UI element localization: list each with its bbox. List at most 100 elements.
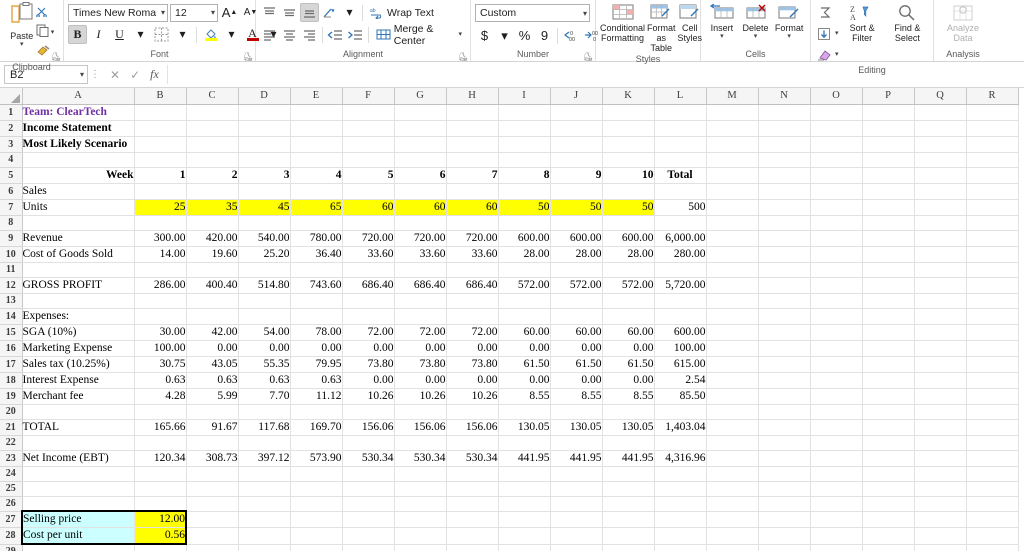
cell-E29[interactable] xyxy=(290,544,343,551)
cell-M13[interactable] xyxy=(706,293,759,309)
cell-E13[interactable] xyxy=(290,293,343,309)
cell-I5[interactable]: 8 xyxy=(498,167,551,184)
cell-C20[interactable] xyxy=(186,404,239,420)
increase-decimal-button[interactable]: 0 00 xyxy=(561,26,581,45)
cell-L9[interactable]: 6,000.00 xyxy=(654,230,707,247)
cell-P26[interactable] xyxy=(862,496,915,512)
row-header-19[interactable]: 19 xyxy=(0,388,23,405)
cell-C4[interactable] xyxy=(186,152,239,168)
align-right-button[interactable] xyxy=(300,25,319,44)
cell-R23[interactable] xyxy=(966,450,1019,467)
cell-J29[interactable] xyxy=(550,544,603,551)
font-size-combo[interactable]: 12 ▾ xyxy=(170,3,218,22)
row-header-10[interactable]: 10 xyxy=(0,246,23,263)
cell-D8[interactable] xyxy=(238,215,291,231)
cell-N25[interactable] xyxy=(758,481,811,497)
cell-P22[interactable] xyxy=(862,435,915,451)
cell-G8[interactable] xyxy=(394,215,447,231)
cell-I2[interactable] xyxy=(498,120,551,137)
cell-B13[interactable] xyxy=(134,293,187,309)
cell-K6[interactable] xyxy=(602,183,655,200)
alignment-dialog-launcher[interactable]: ⛸ xyxy=(458,52,468,61)
column-header-O[interactable]: O xyxy=(810,88,863,105)
cell-A9[interactable]: Revenue xyxy=(22,230,135,247)
cell-L21[interactable]: 1,403.04 xyxy=(654,419,707,436)
cell-B16[interactable]: 100.00 xyxy=(134,340,187,357)
row-header-6[interactable]: 6 xyxy=(0,183,23,200)
autosum-button[interactable] xyxy=(815,3,834,22)
cell-M1[interactable] xyxy=(706,104,759,121)
cell-P13[interactable] xyxy=(862,293,915,309)
column-header-N[interactable]: N xyxy=(758,88,811,105)
cell-R10[interactable] xyxy=(966,246,1019,263)
cell-K26[interactable] xyxy=(602,496,655,512)
cell-F18[interactable]: 0.00 xyxy=(342,372,395,389)
cell-L13[interactable] xyxy=(654,293,707,309)
cell-A11[interactable] xyxy=(22,262,135,278)
cell-I13[interactable] xyxy=(498,293,551,309)
cell-Q7[interactable] xyxy=(914,199,967,216)
cell-P8[interactable] xyxy=(862,215,915,231)
cell-P19[interactable] xyxy=(862,388,915,405)
delete-chevron-down-icon[interactable]: ▾ xyxy=(754,33,758,40)
cell-P17[interactable] xyxy=(862,356,915,373)
cell-B20[interactable] xyxy=(134,404,187,420)
cell-C2[interactable] xyxy=(186,120,239,137)
cell-G4[interactable] xyxy=(394,152,447,168)
cell-I27[interactable] xyxy=(498,511,551,528)
cell-B1[interactable] xyxy=(134,104,187,121)
cell-K25[interactable] xyxy=(602,481,655,497)
cell-B26[interactable] xyxy=(134,496,187,512)
cell-C14[interactable] xyxy=(186,308,239,325)
orientation-button[interactable] xyxy=(320,3,339,22)
cell-L4[interactable] xyxy=(654,152,707,168)
cell-L7[interactable]: 500 xyxy=(654,199,707,216)
cell-E28[interactable] xyxy=(290,527,343,545)
cell-E3[interactable] xyxy=(290,136,343,153)
cell-N8[interactable] xyxy=(758,215,811,231)
cell-L2[interactable] xyxy=(654,120,707,137)
cell-Q20[interactable] xyxy=(914,404,967,420)
cell-E19[interactable]: 11.12 xyxy=(290,388,343,405)
cell-D9[interactable]: 540.00 xyxy=(238,230,291,247)
cell-F22[interactable] xyxy=(342,435,395,451)
cell-F6[interactable] xyxy=(342,183,395,200)
cell-J17[interactable]: 61.50 xyxy=(550,356,603,373)
italic-button[interactable]: I xyxy=(89,25,108,44)
cell-F4[interactable] xyxy=(342,152,395,168)
cell-C5[interactable]: 2 xyxy=(186,167,239,184)
cell-L23[interactable]: 4,316.96 xyxy=(654,450,707,467)
analyze-data-button[interactable]: Analyze Data xyxy=(938,3,988,43)
cell-N7[interactable] xyxy=(758,199,811,216)
align-middle-button[interactable] xyxy=(280,3,299,22)
cell-I14[interactable] xyxy=(498,308,551,325)
column-header-C[interactable]: C xyxy=(186,88,239,105)
cell-O18[interactable] xyxy=(810,372,863,389)
cell-C13[interactable] xyxy=(186,293,239,309)
row-header-5[interactable]: 5 xyxy=(0,167,23,184)
decrease-indent-button[interactable] xyxy=(326,25,345,44)
borders-dropdown-chevron-icon[interactable]: ▾ xyxy=(173,25,192,44)
cell-F9[interactable]: 720.00 xyxy=(342,230,395,247)
cell-F2[interactable] xyxy=(342,120,395,137)
row-header-11[interactable]: 11 xyxy=(0,262,23,278)
cell-O8[interactable] xyxy=(810,215,863,231)
cell-M27[interactable] xyxy=(706,511,759,528)
cell-H13[interactable] xyxy=(446,293,499,309)
cell-F27[interactable] xyxy=(342,511,395,528)
cell-G7[interactable]: 60 xyxy=(394,199,447,216)
cell-M4[interactable] xyxy=(706,152,759,168)
cell-G27[interactable] xyxy=(394,511,447,528)
cell-L14[interactable] xyxy=(654,308,707,325)
row-header-13[interactable]: 13 xyxy=(0,293,23,309)
cell-J4[interactable] xyxy=(550,152,603,168)
cell-M5[interactable] xyxy=(706,167,759,184)
cell-O13[interactable] xyxy=(810,293,863,309)
row-header-29[interactable]: 29 xyxy=(0,544,23,551)
cell-M17[interactable] xyxy=(706,356,759,373)
column-header-F[interactable]: F xyxy=(342,88,395,105)
cell-L28[interactable] xyxy=(654,527,707,545)
cell-C1[interactable] xyxy=(186,104,239,121)
enter-formula-button[interactable]: ✓ xyxy=(130,68,140,82)
row-header-2[interactable]: 2 xyxy=(0,120,23,137)
